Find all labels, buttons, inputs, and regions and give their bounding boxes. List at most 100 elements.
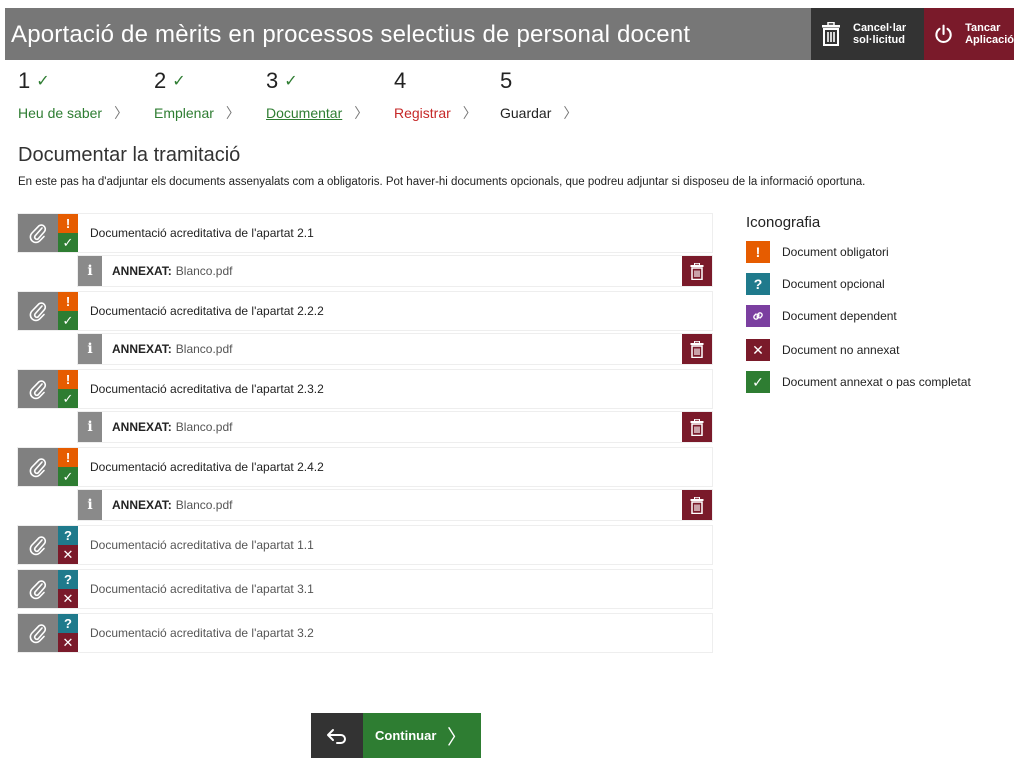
continue-controls: Continuar 〉 <box>311 713 481 758</box>
document-status: ! ✓ <box>58 448 78 486</box>
icon-legend: Iconografia ! Document obligatori ? Docu… <box>746 214 1006 403</box>
paperclip-icon <box>29 302 47 322</box>
document-title: Documentació acreditativa de l'apartat 2… <box>78 214 712 252</box>
document-title: Documentació acreditativa de l'apartat 3… <box>78 570 712 608</box>
document-status: ! ✓ <box>58 370 78 408</box>
cancel-request-button[interactable]: Cancel·lar sol·licitud <box>811 8 924 60</box>
info-icon[interactable]: i <box>78 490 102 520</box>
annexed-file-row: i ANNEXAT: Blanco.pdf <box>78 256 712 286</box>
delete-file-button[interactable] <box>682 256 712 286</box>
annex-label: ANNEXAT: <box>112 498 172 512</box>
check-icon: ✓ <box>172 73 186 90</box>
document-status: ! ✓ <box>58 292 78 330</box>
close-app-button[interactable]: Tancar Aplicació <box>924 8 1014 60</box>
step-number: 2 <box>154 68 167 93</box>
paperclip-icon <box>29 536 47 556</box>
x-icon: ✕ <box>58 545 78 564</box>
document-item: ? ✕ Documentació acreditativa de l'apart… <box>18 614 712 652</box>
exclamation-icon: ! <box>746 241 770 263</box>
check-icon: ✓ <box>284 73 298 90</box>
document-status: ? ✕ <box>58 570 78 608</box>
document-status: ? ✕ <box>58 614 78 652</box>
step-2[interactable]: 2 ✓ Emplenar 〉 <box>154 66 240 123</box>
check-icon: ✓ <box>36 73 50 90</box>
annex-label: ANNEXAT: <box>112 420 172 434</box>
document-title: Documentació acreditativa de l'apartat 2… <box>78 448 712 486</box>
x-icon: ✕ <box>58 589 78 608</box>
chevron-right-icon: 〉 <box>354 105 369 121</box>
document-row: ? ✕ Documentació acreditativa de l'apart… <box>18 526 712 564</box>
info-icon[interactable]: i <box>78 334 102 364</box>
exclamation-icon: ! <box>58 448 78 467</box>
paperclip-icon <box>29 580 47 600</box>
document-title: Documentació acreditativa de l'apartat 2… <box>78 292 712 330</box>
info-icon[interactable]: i <box>78 412 102 442</box>
paperclip-icon <box>29 380 47 400</box>
delete-file-button[interactable] <box>682 334 712 364</box>
continue-button[interactable]: Continuar 〉 <box>363 713 481 758</box>
x-icon: ✕ <box>58 633 78 652</box>
delete-file-button[interactable] <box>682 412 712 442</box>
legend-item: ✕ Document no annexat <box>746 339 1006 361</box>
annex-label: ANNEXAT: <box>112 264 172 278</box>
exclamation-icon: ! <box>58 214 78 233</box>
attach-button[interactable] <box>18 292 58 330</box>
document-item: ! ✓ Documentació acreditativa de l'apart… <box>18 448 712 520</box>
exclamation-icon: ! <box>58 370 78 389</box>
section-title: Documentar la tramitació <box>18 144 241 166</box>
attach-button[interactable] <box>18 370 58 408</box>
annex-file-name[interactable]: Blanco.pdf <box>176 342 233 356</box>
step-1[interactable]: 1 ✓ Heu de saber 〉 <box>18 66 128 123</box>
attach-button[interactable] <box>18 526 58 564</box>
exclamation-icon: ! <box>58 292 78 311</box>
document-row: ? ✕ Documentació acreditativa de l'apart… <box>18 570 712 608</box>
step-number: 1 <box>18 68 31 93</box>
attach-button[interactable] <box>18 448 58 486</box>
continue-label: Continuar <box>375 728 437 743</box>
legend-item: ✓ Document annexat o pas completat <box>746 371 1006 393</box>
step-label: Registrar <box>394 105 451 121</box>
legend-label: Document no annexat <box>782 343 900 357</box>
attach-button[interactable] <box>18 214 58 252</box>
delete-file-button[interactable] <box>682 490 712 520</box>
document-status: ! ✓ <box>58 214 78 252</box>
annex-file-name[interactable]: Blanco.pdf <box>176 420 233 434</box>
step-label: Heu de saber <box>18 105 103 121</box>
info-icon[interactable]: i <box>78 256 102 286</box>
step-number: 3 <box>266 68 279 93</box>
paperclip-icon <box>29 458 47 478</box>
step-number: 4 <box>394 68 407 93</box>
document-item: ! ✓ Documentació acreditativa de l'apart… <box>18 370 712 442</box>
legend-label: Document dependent <box>782 309 897 323</box>
back-button[interactable] <box>311 713 363 758</box>
annex-label: ANNEXAT: <box>112 342 172 356</box>
step-4[interactable]: 4 Registrar 〉 <box>394 66 477 123</box>
document-item: ? ✕ Documentació acreditativa de l'apart… <box>18 570 712 608</box>
legend-title: Iconografia <box>746 214 821 231</box>
document-row: ! ✓ Documentació acreditativa de l'apart… <box>18 448 712 486</box>
trash-icon <box>690 340 704 358</box>
power-icon <box>935 24 952 43</box>
document-item: ? ✕ Documentació acreditativa de l'apart… <box>18 526 712 564</box>
annex-file-name[interactable]: Blanco.pdf <box>176 498 233 512</box>
link-icon <box>746 305 770 327</box>
question-icon: ? <box>58 570 78 589</box>
step-3[interactable]: 3 ✓ Documentar 〉 <box>266 66 368 123</box>
document-title: Documentació acreditativa de l'apartat 3… <box>78 614 712 652</box>
attach-button[interactable] <box>18 570 58 608</box>
step-label: Emplenar <box>154 105 214 121</box>
trash-icon <box>690 262 704 280</box>
check-icon: ✓ <box>58 467 78 486</box>
annexed-file-row: i ANNEXAT: Blanco.pdf <box>78 490 712 520</box>
section-intro: En este pas ha d'adjuntar els documents … <box>18 176 866 188</box>
annexed-file-row: i ANNEXAT: Blanco.pdf <box>78 412 712 442</box>
question-icon: ? <box>58 614 78 633</box>
trash-icon <box>690 496 704 514</box>
cancel-request-label: Cancel·lar sol·licitud <box>853 22 907 46</box>
trash-icon <box>690 418 704 436</box>
annex-file-name[interactable]: Blanco.pdf <box>176 264 233 278</box>
attach-button[interactable] <box>18 614 58 652</box>
document-row: ! ✓ Documentació acreditativa de l'apart… <box>18 370 712 408</box>
legend-item: ? Document opcional <box>746 273 1006 295</box>
step-5[interactable]: 5 Guardar 〉 <box>500 66 577 123</box>
